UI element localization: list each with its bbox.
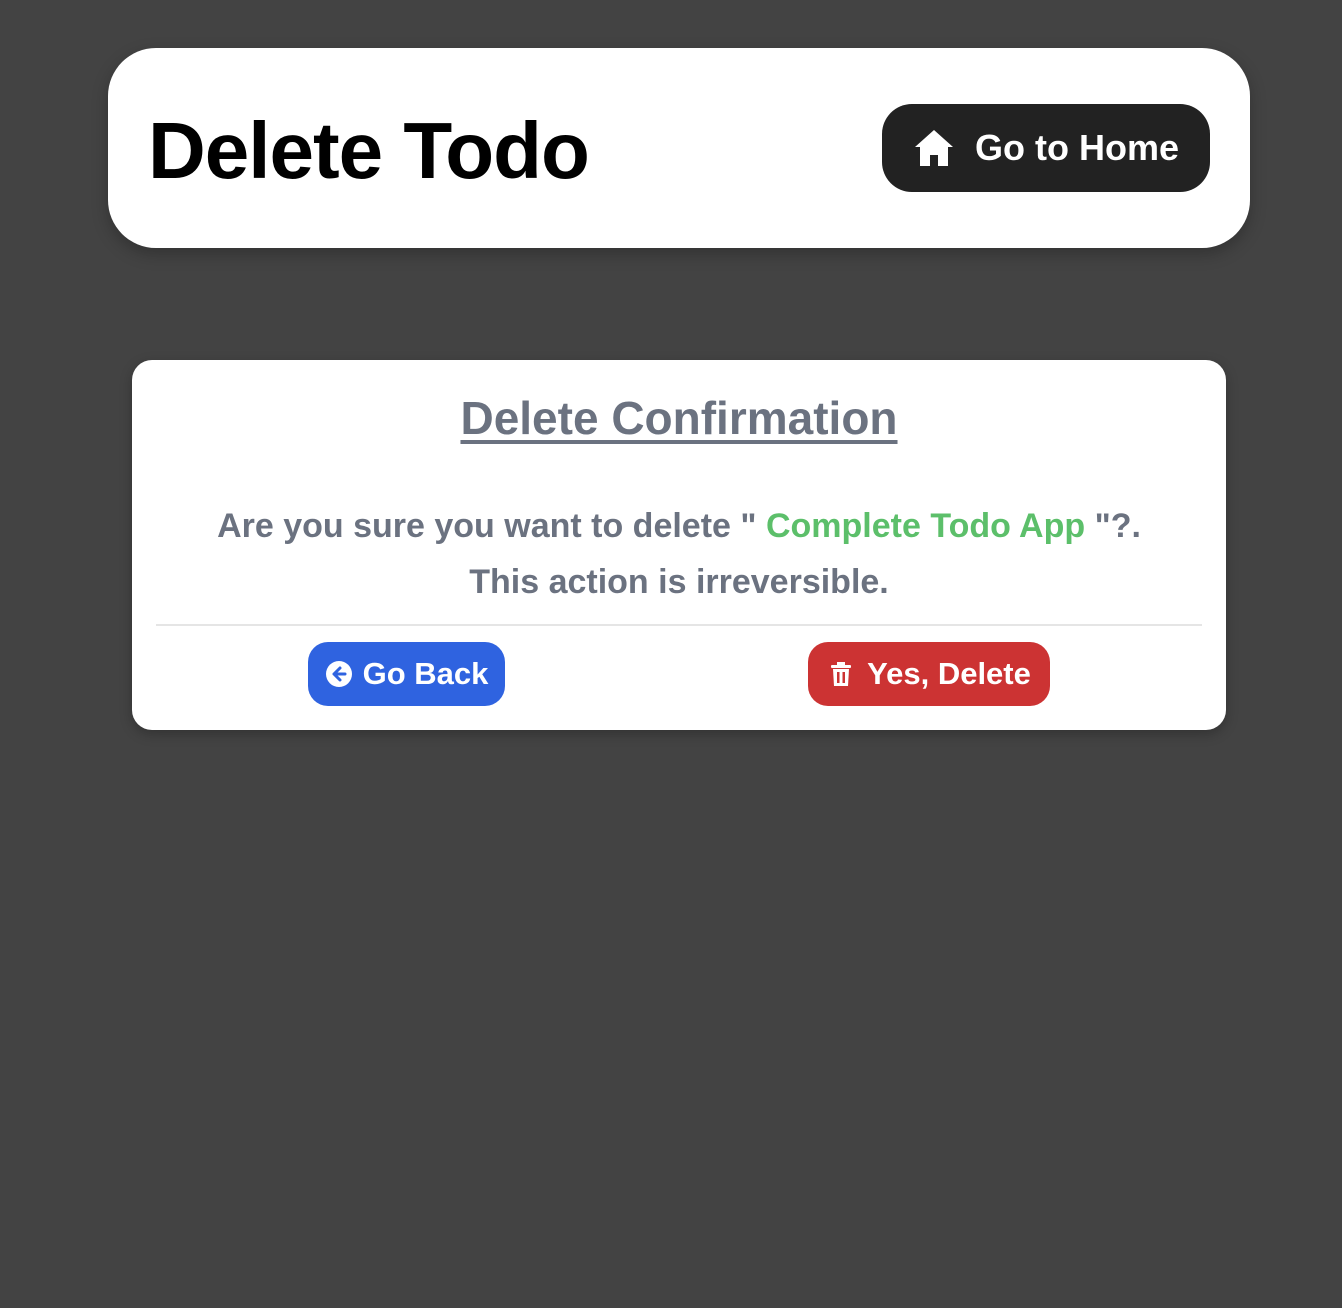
message-line2: This action is irreversible. (469, 563, 889, 601)
go-back-button[interactable]: Go Back (308, 642, 505, 706)
go-to-home-label: Go to Home (975, 127, 1179, 168)
header-card: Delete Todo Go to Home (108, 48, 1250, 248)
page-title: Delete Todo (148, 106, 590, 195)
message-prefix: Are you sure you want to delete " (217, 507, 766, 545)
todo-name: Complete Todo App (765, 507, 1086, 545)
yes-delete-label: Yes, Delete (867, 656, 1031, 691)
home-icon (913, 127, 955, 169)
trash-icon (827, 660, 855, 688)
confirmation-title: Delete Confirmation (460, 392, 898, 444)
confirmation-message: Are you sure you want to delete " Comple… (172, 498, 1186, 610)
yes-delete-button[interactable]: Yes, Delete (808, 642, 1050, 706)
go-back-label: Go Back (362, 656, 489, 691)
delete-confirmation-card: Delete Confirmation Are you sure you wan… (132, 360, 1226, 730)
message-suffix: "?. (1085, 507, 1141, 545)
go-to-home-button[interactable]: Go to Home (882, 104, 1210, 192)
divider (156, 624, 1202, 626)
arrow-left-circle-icon (325, 660, 353, 688)
